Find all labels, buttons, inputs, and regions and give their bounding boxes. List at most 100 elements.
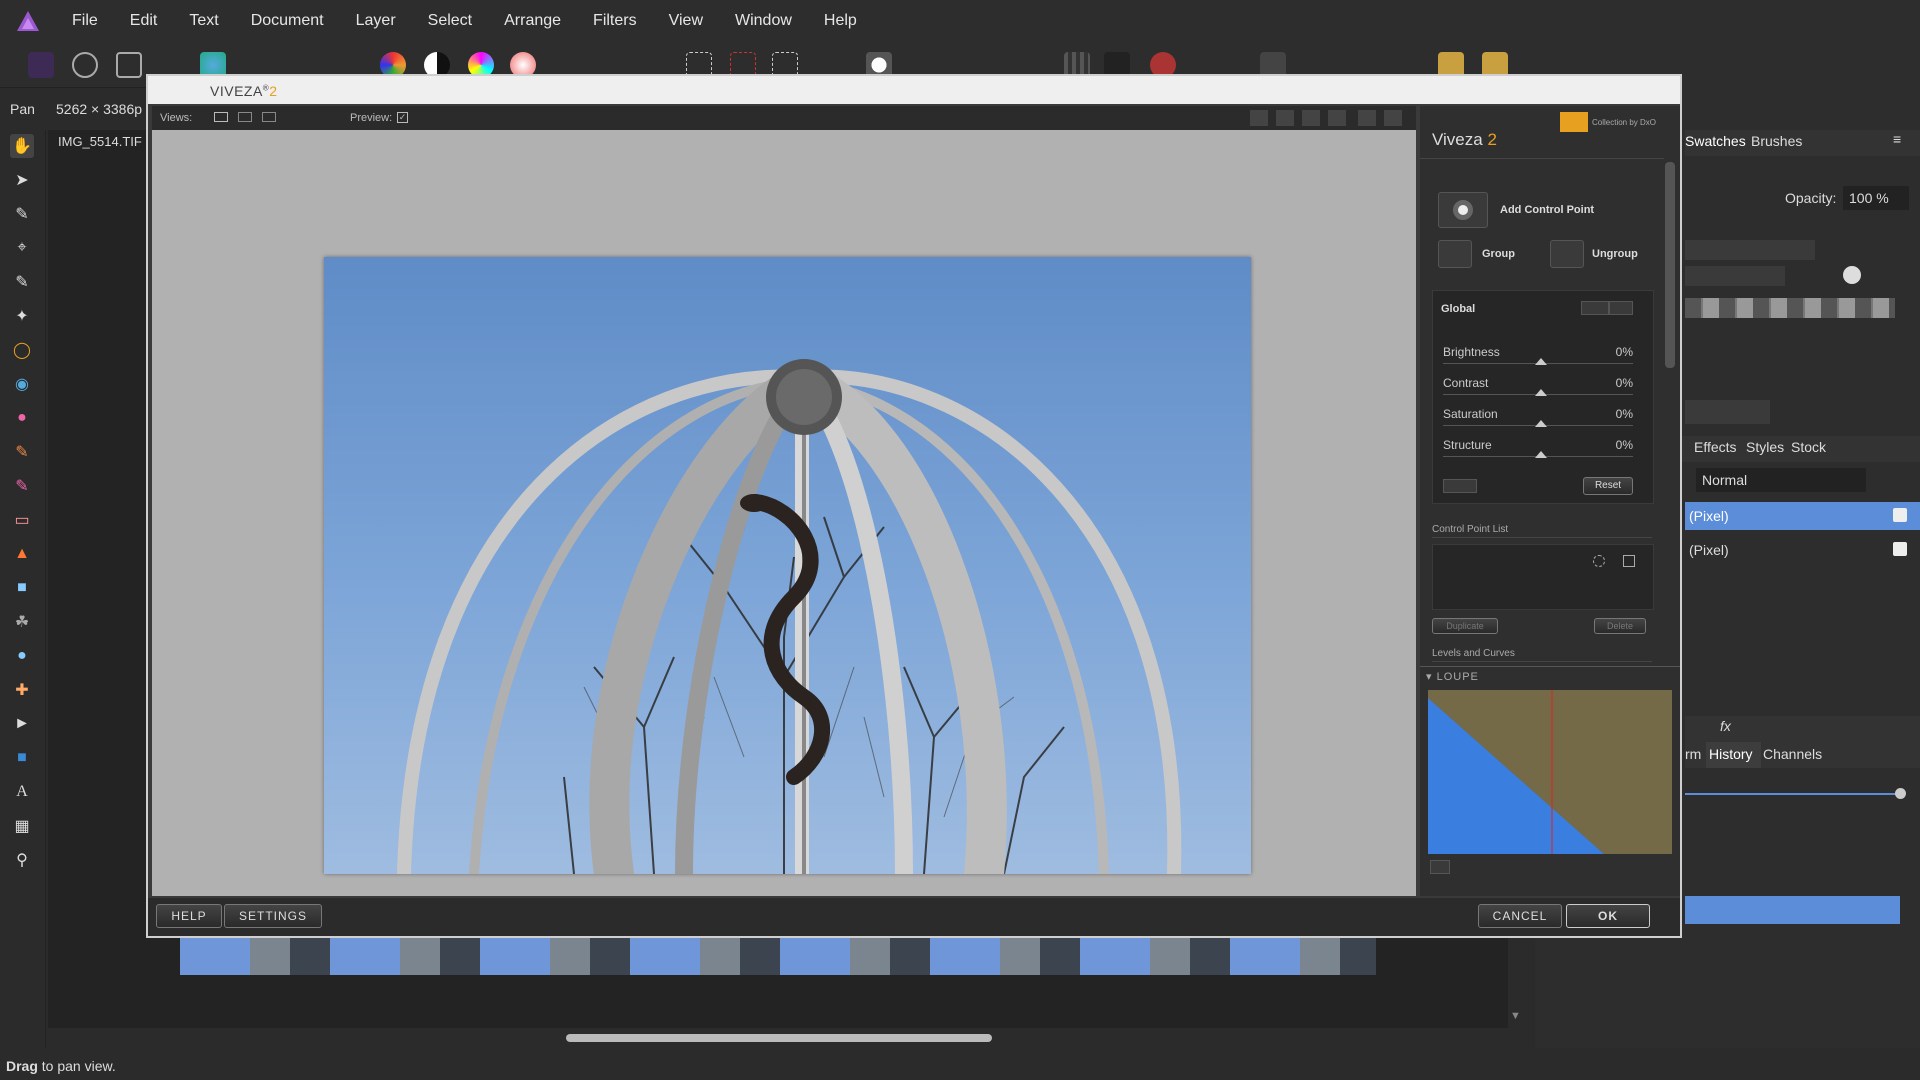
scroll-down-icon[interactable]: ▼ xyxy=(1510,1010,1521,1022)
selection-brush-icon[interactable]: ✎ xyxy=(10,270,34,294)
ungroup-label[interactable]: Ungroup xyxy=(1592,248,1638,260)
layer-visibility-checkbox[interactable] xyxy=(1893,542,1907,556)
preview-photo[interactable] xyxy=(324,257,1251,874)
history-slider-thumb[interactable] xyxy=(1895,788,1906,799)
tab-swatches[interactable]: Swatches xyxy=(1685,133,1746,149)
reset-button[interactable]: Reset xyxy=(1583,477,1633,495)
blur-tool-icon[interactable]: ● xyxy=(10,644,34,668)
eraser-icon[interactable]: ▭ xyxy=(10,508,34,532)
history-slider[interactable] xyxy=(1685,793,1900,795)
node-tool-icon[interactable]: ► xyxy=(10,712,34,736)
settings-button[interactable]: SETTINGS xyxy=(224,904,322,928)
brightness-thumb[interactable] xyxy=(1535,358,1547,365)
lasso-icon[interactable]: ◯ xyxy=(10,338,34,362)
contrast-thumb[interactable] xyxy=(1535,389,1547,396)
text-tool-icon[interactable]: A xyxy=(10,780,34,804)
mesh-warp-icon[interactable]: ▦ xyxy=(10,814,34,838)
tab-channels[interactable]: Channels xyxy=(1763,746,1822,762)
structure-thumb[interactable] xyxy=(1535,451,1547,458)
photo-persona-icon[interactable] xyxy=(28,52,54,78)
expand-sliders-icon[interactable] xyxy=(1443,479,1477,493)
menu-select[interactable]: Select xyxy=(428,12,472,30)
move-tool-icon[interactable]: ➤ xyxy=(10,168,34,192)
layer-name[interactable]: (Pixel) xyxy=(1689,542,1729,558)
fx-icon[interactable]: fx xyxy=(1720,718,1731,734)
tab-stock[interactable]: Stock xyxy=(1791,439,1826,455)
layer-name[interactable]: (Pixel) xyxy=(1689,508,1729,524)
viveza-preview-canvas[interactable] xyxy=(152,130,1416,896)
gradient-tool-icon[interactable]: ● xyxy=(10,406,34,430)
crop-tool-icon[interactable]: ⌖ xyxy=(10,236,34,260)
contrast-slider[interactable]: Contrast 0% xyxy=(1443,376,1633,396)
control-point-list-header[interactable]: Control Point List xyxy=(1432,524,1652,538)
loupe-header[interactable]: ▾ LOUPE xyxy=(1426,670,1479,683)
delete-button[interactable]: Delete xyxy=(1594,618,1646,634)
split-view-icon[interactable] xyxy=(238,112,252,122)
group-label[interactable]: Group xyxy=(1482,248,1515,260)
color-picker-icon-panel[interactable] xyxy=(1843,266,1861,284)
duplicate-button[interactable]: Duplicate xyxy=(1432,618,1498,634)
panel-field[interactable] xyxy=(1685,400,1770,424)
loupe-pin-icon[interactable] xyxy=(1430,860,1450,874)
fit-icon[interactable] xyxy=(1384,110,1402,126)
menu-arrange[interactable]: Arrange xyxy=(504,12,561,30)
single-view-icon[interactable] xyxy=(214,112,228,122)
side-by-side-view-icon[interactable] xyxy=(262,112,276,122)
saturation-thumb[interactable] xyxy=(1535,420,1547,427)
tab-effects[interactable]: Effects xyxy=(1694,439,1737,455)
panel-menu-icon[interactable]: ≡ xyxy=(1893,131,1901,147)
affinity-photo-logo[interactable] xyxy=(0,0,56,42)
enable-points-icon[interactable] xyxy=(1623,555,1635,567)
ok-button[interactable]: OK xyxy=(1566,904,1650,928)
shape-tool-icon[interactable]: ■ xyxy=(10,746,34,770)
zoom-tool-icon[interactable]: ⚲ xyxy=(10,848,34,872)
horizontal-scrollbar[interactable] xyxy=(566,1034,992,1042)
burn-tool-icon[interactable]: ▲ xyxy=(10,542,34,566)
healing-brush-icon[interactable]: ✚ xyxy=(10,678,34,702)
color-slider[interactable] xyxy=(1685,240,1815,260)
menu-view[interactable]: View xyxy=(669,12,703,30)
levels-curves-header[interactable]: Levels and Curves xyxy=(1432,648,1652,662)
menu-text[interactable]: Text xyxy=(189,12,218,30)
swatches-grid[interactable] xyxy=(1685,298,1895,318)
color-picker-icon[interactable]: ✎ xyxy=(10,202,34,226)
tab-history[interactable]: History xyxy=(1709,746,1753,762)
global-options-icon[interactable] xyxy=(1581,301,1609,315)
background-color-icon[interactable] xyxy=(1358,110,1376,126)
liquify-persona-icon[interactable] xyxy=(72,52,98,78)
menu-file[interactable]: File xyxy=(72,12,98,30)
paint-brush-icon[interactable]: ✎ xyxy=(10,440,34,464)
history-item-selected[interactable] xyxy=(1685,896,1900,924)
fill-tool-icon[interactable]: ◉ xyxy=(10,372,34,396)
tab-brushes[interactable]: Brushes xyxy=(1751,133,1802,149)
brightness-slider[interactable]: Brightness 0% xyxy=(1443,345,1633,365)
control-point-list[interactable] xyxy=(1432,544,1654,610)
develop-persona-icon[interactable] xyxy=(116,52,142,78)
clone-stamp-icon[interactable]: ■ xyxy=(10,576,34,600)
ungroup-icon[interactable] xyxy=(1550,240,1584,268)
pan-tool-icon[interactable]: ✋ xyxy=(10,134,34,158)
menu-document[interactable]: Document xyxy=(251,12,324,30)
color-replace-icon[interactable]: ✎ xyxy=(10,474,34,498)
menu-help[interactable]: Help xyxy=(824,12,857,30)
add-control-point-label[interactable]: Add Control Point xyxy=(1500,204,1594,216)
zoom-out-icon[interactable] xyxy=(1328,110,1346,126)
structure-slider[interactable]: Structure 0% xyxy=(1443,438,1633,458)
zoom-in-icon[interactable] xyxy=(1302,110,1320,126)
flood-select-icon[interactable]: ✦ xyxy=(10,304,34,328)
opacity-input[interactable]: 100 % xyxy=(1843,186,1909,210)
tab-transform[interactable]: rm xyxy=(1685,746,1701,762)
select-arrow-icon[interactable] xyxy=(1250,110,1268,126)
color-mode-dropdown[interactable] xyxy=(1685,266,1785,286)
global-menu-icon[interactable] xyxy=(1609,301,1633,315)
panel-scrollbar[interactable] xyxy=(1665,162,1675,368)
menu-window[interactable]: Window xyxy=(735,12,792,30)
saturation-slider[interactable]: Saturation 0% xyxy=(1443,407,1633,427)
cancel-button[interactable]: CANCEL xyxy=(1478,904,1562,928)
add-control-point-button[interactable] xyxy=(1438,192,1488,228)
smudge-icon[interactable]: ☘ xyxy=(10,610,34,634)
help-button[interactable]: HELP xyxy=(156,904,222,928)
menu-filters[interactable]: Filters xyxy=(593,12,637,30)
document-tab[interactable]: IMG_5514.TIF xyxy=(48,130,156,154)
group-icon[interactable] xyxy=(1438,240,1472,268)
